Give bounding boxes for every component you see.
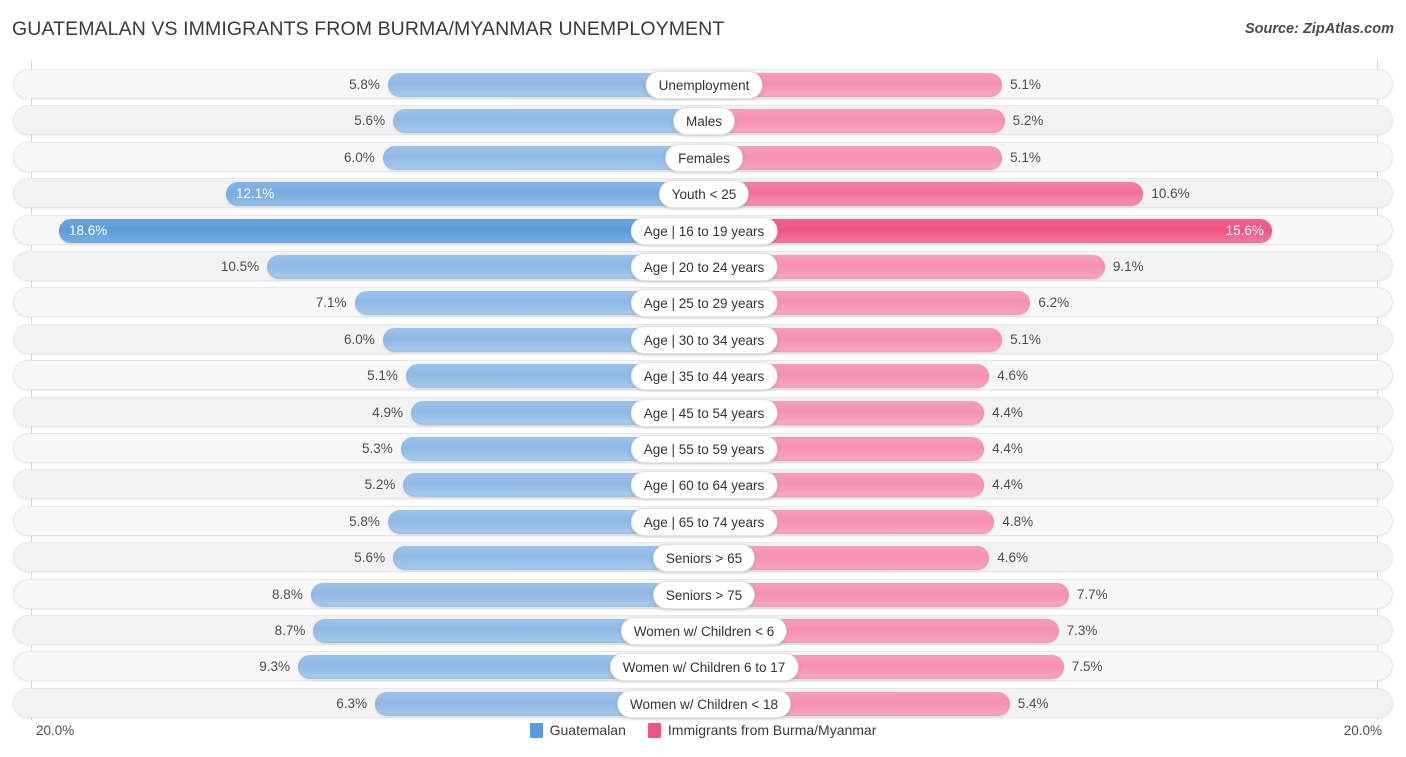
bar-guatemalan[interactable] bbox=[58, 218, 704, 243]
value-label-immigrants: 7.7% bbox=[1076, 586, 1108, 602]
value-label-guatemalan: 4.9% bbox=[372, 404, 404, 420]
category-label[interactable]: Age | 45 to 54 years bbox=[630, 398, 778, 427]
value-label-immigrants: 4.6% bbox=[997, 550, 1028, 566]
table-row[interactable]: 12.1% 10.6% Youth < 25 bbox=[13, 178, 1393, 209]
table-row[interactable]: 6.3% 5.4% Women w/ Children < 18 bbox=[13, 687, 1393, 718]
legend-label: Immigrants from Burma/Myanmar bbox=[667, 722, 877, 738]
category-label[interactable]: Seniors > 65 bbox=[652, 544, 756, 573]
value-label-guatemalan: 12.1% bbox=[236, 186, 275, 202]
value-label-guatemalan: 5.6% bbox=[354, 113, 386, 129]
chart-header: GUATEMALAN VS IMMIGRANTS FROM BURMA/MYAN… bbox=[0, 0, 1406, 56]
table-row[interactable]: 8.7% 7.3% Women w/ Children < 6 bbox=[13, 615, 1393, 645]
value-label-immigrants: 9.1% bbox=[1112, 259, 1144, 274]
value-label-guatemalan: 9.3% bbox=[259, 659, 290, 675]
value-label-immigrants: 5.1% bbox=[1010, 331, 1041, 347]
source-attribution: Source: ZipAtlas.com bbox=[1244, 21, 1394, 37]
chart-page: GUATEMALAN VS IMMIGRANTS FROM BURMA/MYAN… bbox=[0, 0, 1406, 757]
legend-item-immigrants-burma-myanmar[interactable]: Immigrants from Burma/Myanmar bbox=[647, 722, 877, 738]
category-label[interactable]: Age | 55 to 59 years bbox=[630, 435, 778, 463]
value-label-guatemalan: 10.5% bbox=[220, 259, 260, 274]
value-label-immigrants: 5.1% bbox=[1010, 77, 1041, 92]
category-label[interactable]: Age | 30 to 34 years bbox=[630, 325, 778, 354]
legend-label: Guatemalan bbox=[549, 722, 626, 738]
category-label[interactable]: Seniors > 75 bbox=[652, 580, 756, 609]
category-label[interactable]: Age | 16 to 19 years bbox=[630, 216, 778, 245]
table-row[interactable]: 6.0% 5.1% Age | 30 to 34 years bbox=[13, 323, 1393, 354]
value-label-guatemalan: 7.1% bbox=[315, 295, 347, 311]
value-label-immigrants: 7.3% bbox=[1066, 623, 1098, 638]
table-row[interactable]: 5.3% 4.4% Age | 55 to 59 years bbox=[13, 433, 1393, 463]
value-label-immigrants: 4.4% bbox=[992, 477, 1023, 493]
value-label-immigrants: 4.4% bbox=[992, 404, 1023, 420]
table-row[interactable]: 5.8% 4.8% Age | 65 to 74 years bbox=[13, 505, 1393, 536]
chart-footer: 20.0% 20.0% Guatemalan Immigrants from Bu… bbox=[0, 718, 1406, 757]
category-label[interactable]: Age | 60 to 64 years bbox=[630, 471, 778, 500]
bar-immigrants-burma-myanmar[interactable] bbox=[704, 218, 1272, 243]
value-label-immigrants: 10.6% bbox=[1151, 186, 1190, 202]
page-title: GUATEMALAN VS IMMIGRANTS FROM BURMA/MYAN… bbox=[12, 18, 725, 40]
value-label-immigrants: 5.2% bbox=[1012, 113, 1044, 129]
table-row[interactable]: 18.6% 15.6% Age | 16 to 19 years bbox=[13, 214, 1393, 245]
category-label[interactable]: Women w/ Children 6 to 17 bbox=[609, 653, 799, 682]
value-label-immigrants: 4.8% bbox=[1002, 513, 1034, 529]
value-label-immigrants: 4.4% bbox=[992, 441, 1023, 456]
bar-guatemalan[interactable] bbox=[310, 582, 704, 607]
category-label[interactable]: Females bbox=[665, 143, 743, 172]
category-label[interactable]: Age | 65 to 74 years bbox=[630, 507, 778, 536]
value-label-guatemalan: 5.8% bbox=[349, 77, 380, 92]
table-row[interactable]: 5.8% 5.1% Unemployment bbox=[13, 69, 1393, 99]
value-label-guatemalan: 5.6% bbox=[354, 550, 386, 566]
table-row[interactable]: 5.2% 4.4% Age | 60 to 64 years bbox=[13, 469, 1393, 500]
table-row[interactable]: 5.6% 4.6% Seniors > 65 bbox=[13, 542, 1393, 573]
legend-swatch-icon bbox=[647, 722, 661, 738]
value-label-guatemalan: 5.3% bbox=[362, 441, 393, 456]
table-row[interactable]: 5.1% 4.6% Age | 35 to 44 years bbox=[13, 360, 1393, 391]
value-label-guatemalan: 18.6% bbox=[68, 222, 108, 238]
legend-item-guatemalan[interactable]: Guatemalan bbox=[529, 722, 626, 738]
value-label-immigrants: 4.6% bbox=[997, 368, 1028, 384]
bar-guatemalan[interactable] bbox=[382, 145, 704, 170]
table-row[interactable]: 7.1% 6.2% Age | 25 to 29 years bbox=[13, 287, 1393, 318]
category-label[interactable]: Women w/ Children < 6 bbox=[620, 617, 788, 645]
category-label[interactable]: Age | 25 to 29 years bbox=[630, 289, 778, 318]
table-row[interactable]: 5.6% 5.2% Males bbox=[13, 105, 1393, 136]
value-label-guatemalan: 6.3% bbox=[336, 695, 368, 711]
table-row[interactable]: 8.8% 7.7% Seniors > 75 bbox=[13, 578, 1393, 609]
bar-immigrants-burma-myanmar[interactable] bbox=[704, 182, 1144, 207]
legend-swatch-icon bbox=[529, 722, 543, 738]
category-label[interactable]: Youth < 25 bbox=[658, 180, 750, 209]
value-label-immigrants: 7.5% bbox=[1071, 659, 1103, 675]
table-row[interactable]: 9.3% 7.5% Women w/ Children 6 to 17 bbox=[13, 651, 1393, 682]
bar-immigrants-burma-myanmar[interactable] bbox=[704, 582, 1069, 607]
category-label[interactable]: Age | 35 to 44 years bbox=[630, 362, 778, 391]
value-label-immigrants: 15.6% bbox=[1225, 222, 1264, 238]
category-label[interactable]: Age | 20 to 24 years bbox=[630, 253, 778, 281]
table-row[interactable]: 6.0% 5.1% Females bbox=[13, 141, 1393, 172]
table-row[interactable]: 10.5% 9.1% Age | 20 to 24 years bbox=[13, 251, 1393, 281]
chart-legend: Guatemalan Immigrants from Burma/Myanmar bbox=[0, 722, 1406, 738]
category-label[interactable]: Unemployment bbox=[645, 71, 763, 99]
value-label-guatemalan: 5.1% bbox=[367, 368, 398, 384]
value-label-immigrants: 5.1% bbox=[1010, 149, 1041, 165]
value-label-guatemalan: 5.2% bbox=[364, 477, 396, 493]
value-label-guatemalan: 6.0% bbox=[344, 331, 375, 347]
category-label[interactable]: Women w/ Children < 18 bbox=[617, 689, 791, 718]
value-label-guatemalan: 8.8% bbox=[272, 586, 303, 602]
value-label-guatemalan: 8.7% bbox=[274, 623, 306, 638]
bar-guatemalan[interactable] bbox=[393, 109, 704, 134]
chart-plot-area: 5.8% 5.1% Unemployment 5.6% 5.2% Males 6.0% 5.1… bbox=[0, 60, 1406, 720]
table-row[interactable]: 4.9% 4.4% Age | 45 to 54 years bbox=[13, 396, 1393, 427]
value-label-immigrants: 5.4% bbox=[1017, 695, 1049, 711]
value-label-guatemalan: 6.0% bbox=[344, 149, 375, 165]
value-label-guatemalan: 5.8% bbox=[349, 513, 380, 529]
bar-immigrants-burma-myanmar[interactable] bbox=[704, 109, 1005, 134]
category-label[interactable]: Males bbox=[672, 107, 736, 136]
value-label-immigrants: 6.2% bbox=[1038, 295, 1070, 311]
bar-immigrants-burma-myanmar[interactable] bbox=[704, 145, 1003, 170]
